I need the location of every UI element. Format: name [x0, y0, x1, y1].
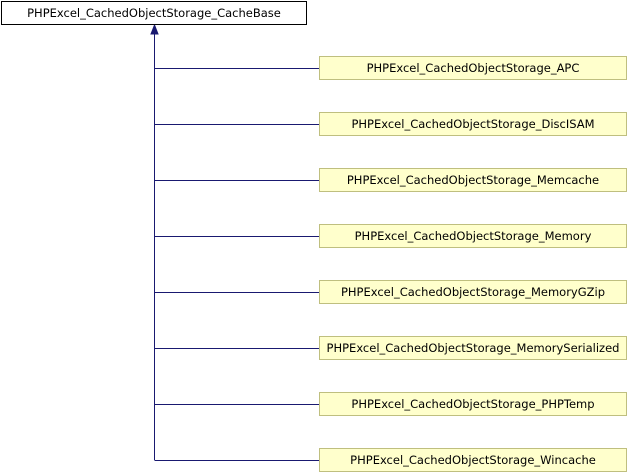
derived-class-label: PHPExcel_CachedObjectStorage_APC [366, 61, 580, 75]
derived-class-node-memorygzip[interactable]: PHPExcel_CachedObjectStorage_MemoryGZip [319, 280, 627, 304]
derived-class-node-wincache[interactable]: PHPExcel_CachedObjectStorage_Wincache [319, 448, 627, 472]
derived-class-node-apc[interactable]: PHPExcel_CachedObjectStorage_APC [319, 56, 627, 80]
derived-class-label: PHPExcel_CachedObjectStorage_Memory [354, 229, 592, 243]
derived-class-label: PHPExcel_CachedObjectStorage_Memcache [346, 173, 600, 187]
derived-class-label: PHPExcel_CachedObjectStorage_PHPTemp [351, 397, 595, 411]
derived-class-node-memcache[interactable]: PHPExcel_CachedObjectStorage_Memcache [319, 168, 627, 192]
derived-class-label: PHPExcel_CachedObjectStorage_DiscISAM [351, 117, 595, 131]
base-class-label: PHPExcel_CachedObjectStorage_CacheBase [27, 6, 281, 20]
derived-class-node-memory[interactable]: PHPExcel_CachedObjectStorage_Memory [319, 224, 627, 248]
inheritance-diagram: PHPExcel_CachedObjectStorage_CacheBase P… [0, 0, 628, 472]
derived-class-label: PHPExcel_CachedObjectStorage_MemoryGZip [340, 285, 606, 299]
derived-class-label: PHPExcel_CachedObjectStorage_MemorySeria… [326, 341, 620, 355]
derived-class-node-memoryserialized[interactable]: PHPExcel_CachedObjectStorage_MemorySeria… [319, 336, 627, 360]
derived-class-node-phptemp[interactable]: PHPExcel_CachedObjectStorage_PHPTemp [319, 392, 627, 416]
inheritance-arrowhead [150, 23, 159, 35]
base-class-node[interactable]: PHPExcel_CachedObjectStorage_CacheBase [1, 1, 307, 25]
derived-class-node-discisam[interactable]: PHPExcel_CachedObjectStorage_DiscISAM [319, 112, 627, 136]
derived-class-label: PHPExcel_CachedObjectStorage_Wincache [350, 453, 596, 467]
